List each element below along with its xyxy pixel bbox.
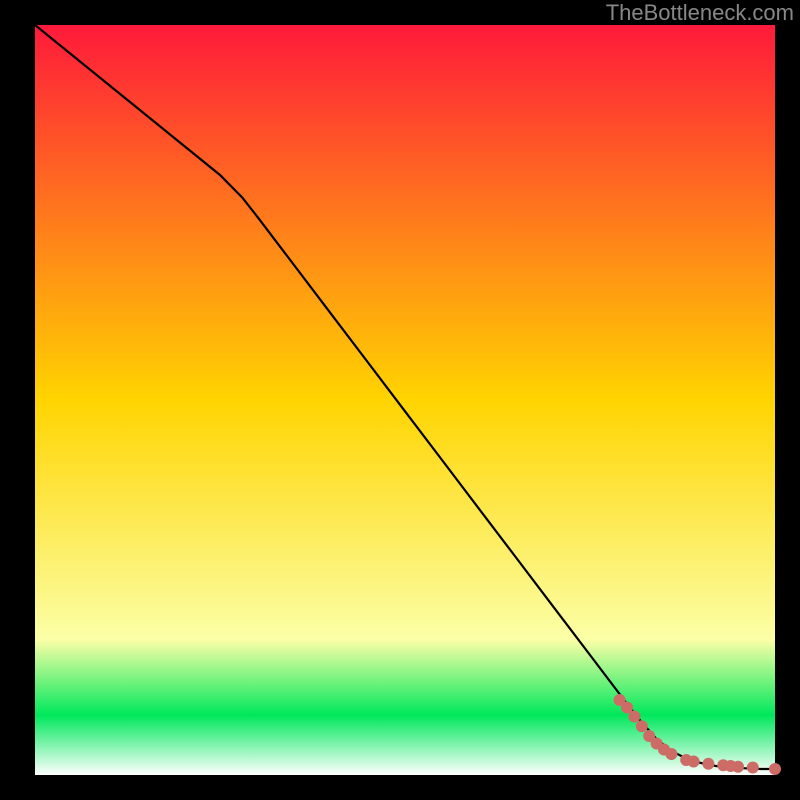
data-point (747, 762, 759, 774)
data-point (688, 756, 700, 768)
data-point (769, 763, 781, 775)
data-point (636, 720, 648, 732)
chart-svg (0, 0, 800, 800)
plot-area (35, 25, 775, 775)
data-point (665, 748, 677, 760)
data-point (628, 711, 640, 723)
data-point (732, 761, 744, 773)
watermark-text: TheBottleneck.com (606, 0, 794, 26)
data-point (702, 758, 714, 770)
chart-container: TheBottleneck.com (0, 0, 800, 800)
